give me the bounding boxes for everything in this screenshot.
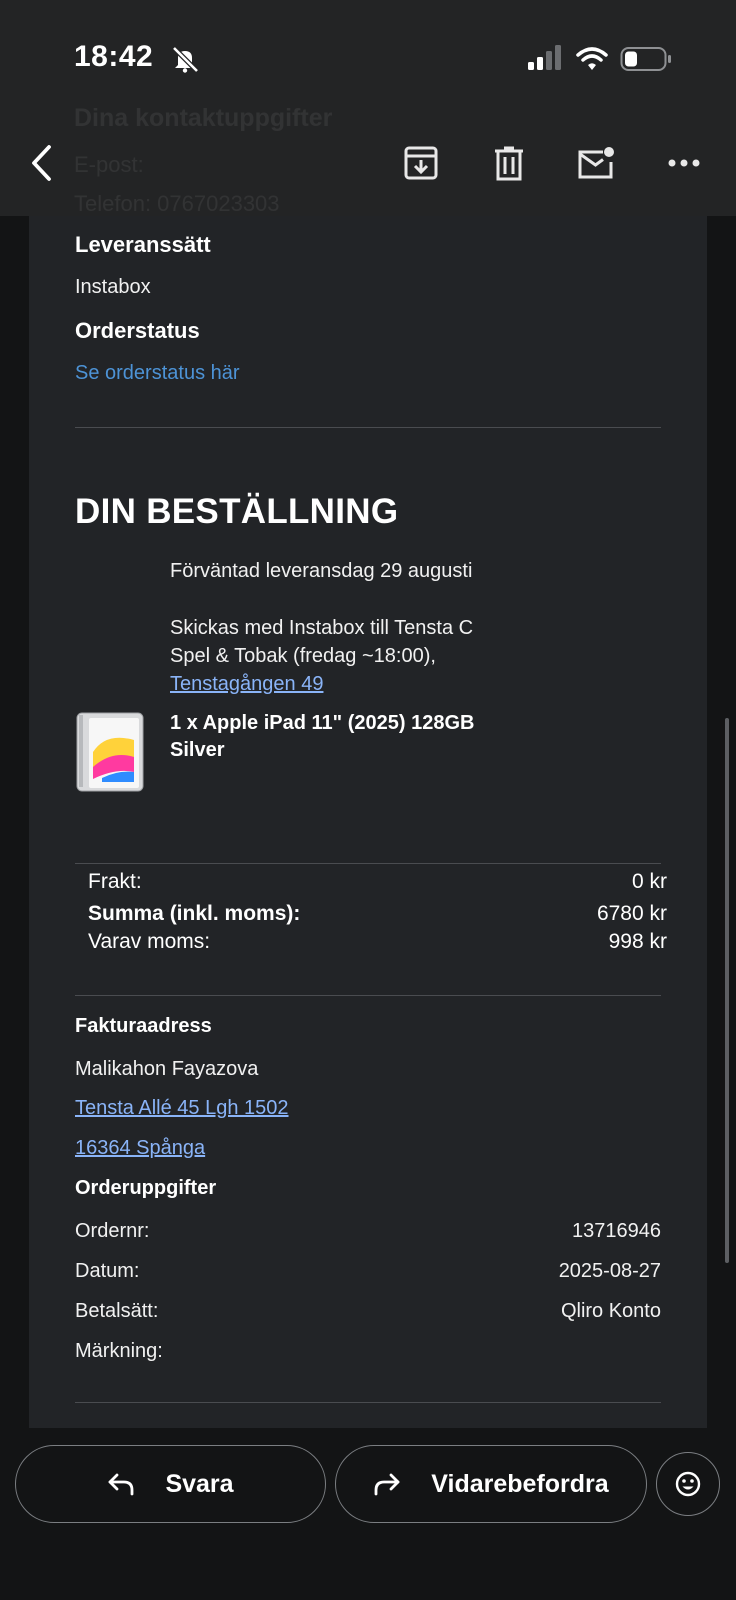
scrollbar[interactable] xyxy=(725,718,729,1263)
billing-name: Malikahon Fayazova xyxy=(75,1058,259,1080)
more-icon[interactable] xyxy=(664,143,704,183)
status-time: 18:42 xyxy=(74,40,154,73)
archive-icon[interactable] xyxy=(401,143,441,183)
trash-icon[interactable] xyxy=(489,143,529,183)
shipping-address-link[interactable]: Tenstagången 49 xyxy=(170,673,323,695)
payment-method-label: Betalsätt: xyxy=(75,1300,159,1322)
orderstatus-link[interactable]: Se orderstatus här xyxy=(75,362,240,385)
shipping-cost-value: 0 kr xyxy=(631,870,667,893)
mark-unread-icon[interactable] xyxy=(576,143,616,183)
order-date-label: Datum: xyxy=(75,1260,140,1282)
marking-row: Märkning: xyxy=(75,1340,661,1363)
order-details-heading: Orderuppgifter xyxy=(75,1177,217,1199)
reply-button[interactable]: Svara xyxy=(15,1445,326,1523)
billing-heading: Fakturaadress xyxy=(75,1015,212,1037)
order-title: DIN BESTÄLLNING xyxy=(75,492,399,531)
shipping-cost-label: Frakt: xyxy=(88,870,142,893)
payment-method-value: Qliro Konto xyxy=(560,1300,661,1322)
email-body: Leveranssätt Instabox Orderstatus Se ord… xyxy=(29,216,707,1428)
wifi-icon xyxy=(576,47,608,70)
shipping-info: Skickas med Instabox till Tensta C Spel … xyxy=(170,614,473,698)
email-screen: Dina kontaktuppgifter E-post: Telefon: 0… xyxy=(0,0,736,1600)
total-label: Summa (inkl. moms): xyxy=(88,902,301,925)
product-line-1: 1 x Apple iPad 11" (2025) 128GB xyxy=(170,712,475,734)
reply-icon xyxy=(109,1473,134,1496)
forward-label: Vidarebefordra xyxy=(431,1469,609,1498)
divider xyxy=(75,427,661,428)
ghost-phone-line: Telefon: 0767023303 xyxy=(74,191,280,216)
marking-label: Märkning: xyxy=(75,1340,163,1362)
divider xyxy=(75,1402,661,1403)
vat-row: Varav moms: 998 kr xyxy=(88,930,667,954)
signal-icon xyxy=(528,45,561,70)
top-app-bar: Dina kontaktuppgifter E-post: Telefon: 0… xyxy=(0,0,736,216)
shipping-line-2: Spel & Tobak (fredag ~18:00), xyxy=(170,645,436,667)
back-arrow-icon[interactable] xyxy=(22,143,62,183)
billing-street-link[interactable]: Tensta Allé 45 Lgh 1502 xyxy=(75,1097,289,1120)
payment-method-row: Betalsätt: Qliro Konto xyxy=(75,1300,661,1323)
total-row: Summa (inkl. moms): 6780 kr xyxy=(88,902,667,926)
order-date-value: 2025-08-27 xyxy=(558,1260,661,1282)
forward-button[interactable]: Vidarebefordra xyxy=(335,1445,647,1523)
order-number-value: 13716946 xyxy=(572,1220,661,1242)
bell-slash-icon xyxy=(172,46,199,73)
vat-label: Varav moms: xyxy=(88,930,211,953)
forward-icon xyxy=(374,1473,400,1496)
ghost-contact-heading: Dina kontaktuppgifter xyxy=(74,104,333,132)
ipad-product-image[interactable] xyxy=(76,712,146,794)
shipping-line-1: Skickas med Instabox till Tensta C xyxy=(170,617,474,639)
shipping-cost-row: Frakt: 0 kr xyxy=(88,870,667,894)
order-date-row: Datum: 2025-08-27 xyxy=(75,1260,661,1283)
emoji-icon xyxy=(675,1471,701,1497)
delivery-method: Instabox xyxy=(75,276,151,298)
vat-value: 998 kr xyxy=(608,930,667,953)
scrolled-content-ghost: Dina kontaktuppgifter E-post: Telefon: 0… xyxy=(74,0,694,216)
divider xyxy=(75,863,661,864)
emoji-reaction-button[interactable] xyxy=(656,1452,720,1516)
battery-icon xyxy=(620,47,671,71)
divider xyxy=(75,995,661,996)
order-number-label: Ordernr: xyxy=(75,1220,150,1242)
order-number-row: Ordernr: 13716946 xyxy=(75,1220,661,1243)
product-name[interactable]: 1 x Apple iPad 11" (2025) 128GB Silver xyxy=(170,710,474,764)
orderstatus-heading: Orderstatus xyxy=(75,318,200,343)
billing-postal-link[interactable]: 16364 Spånga xyxy=(75,1137,205,1160)
total-value: 6780 kr xyxy=(596,902,667,925)
product-line-2: Silver xyxy=(170,739,225,761)
reply-label: Svara xyxy=(165,1469,234,1498)
ghost-email-line: E-post: xyxy=(74,152,144,177)
delivery-heading: Leveranssätt xyxy=(75,232,211,257)
expected-delivery: Förväntad leveransdag 29 augusti xyxy=(170,560,473,582)
